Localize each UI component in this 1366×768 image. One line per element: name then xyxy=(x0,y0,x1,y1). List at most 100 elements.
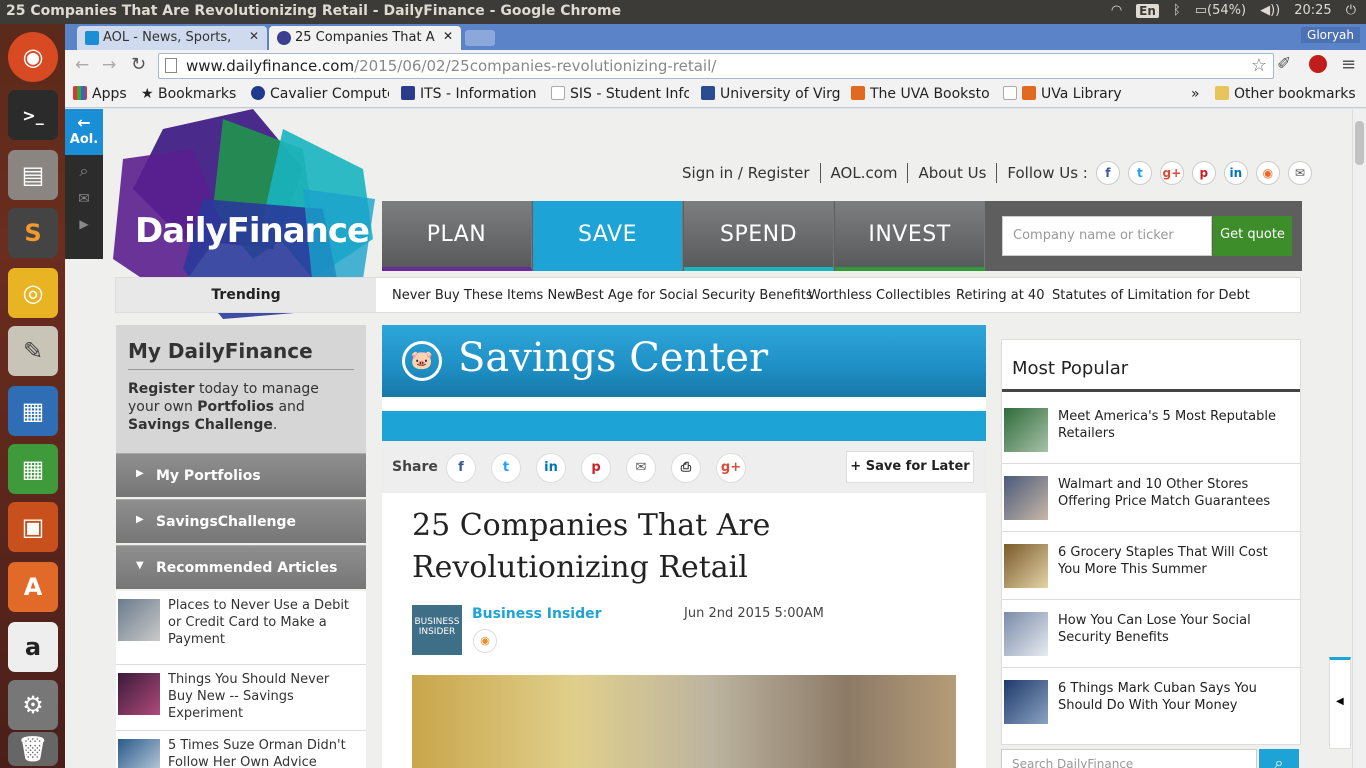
video-icon[interactable]: ▶ xyxy=(65,207,103,231)
extension-badge-icon[interactable] xyxy=(1309,55,1327,73)
ubuntu-dash-icon[interactable]: ◉ xyxy=(8,32,58,82)
popular-article[interactable]: How You Can Lose Your Social Security Be… xyxy=(1002,602,1300,668)
trash-icon[interactable]: 🗑 xyxy=(8,732,58,766)
keyboard-layout-indicator[interactable]: En xyxy=(1136,3,1159,18)
terminal-icon[interactable]: >_ xyxy=(8,90,58,140)
popular-article[interactable]: Walmart and 10 Other Stores Offering Pri… xyxy=(1002,466,1300,532)
menu-savings-challenge[interactable]: ▶ SavingsChallenge xyxy=(116,499,366,543)
mail-icon[interactable]: ✉ xyxy=(65,181,103,207)
file-manager-icon[interactable]: ▤ xyxy=(8,150,58,200)
nav-plan[interactable]: PLAN xyxy=(382,201,532,271)
trending-link[interactable]: Best Age for Social Security Benefits xyxy=(575,288,813,303)
share-linkedin-icon[interactable]: in xyxy=(536,453,566,483)
amazon-icon[interactable]: a xyxy=(8,622,58,672)
power-icon[interactable]: ⏻ xyxy=(1346,3,1356,18)
writer-icon[interactable]: ▦ xyxy=(8,386,58,436)
close-tab-icon[interactable]: ✕ xyxy=(249,29,259,43)
popular-article[interactable]: 6 Things Mark Cuban Says You Should Do W… xyxy=(1002,670,1300,736)
nav-save[interactable]: SAVE xyxy=(533,201,683,271)
print-icon[interactable]: ⎙ xyxy=(671,453,701,483)
twitter-icon[interactable]: t xyxy=(1127,161,1152,185)
page-icon xyxy=(165,58,177,73)
impress-icon[interactable]: ▣ xyxy=(8,502,58,552)
bookmark-item[interactable]: The UVA Booksto xyxy=(851,86,991,102)
signin-link[interactable]: Sign in / Register xyxy=(682,164,810,182)
share-googleplus-icon[interactable]: g+ xyxy=(716,453,746,483)
bookmark-item[interactable]: Cavalier Compute xyxy=(251,86,389,102)
chrome-icon[interactable]: ◎ xyxy=(8,268,58,318)
tab-dailyfinance[interactable]: 25 Companies That A ✕ xyxy=(269,26,461,50)
rss-icon[interactable]: ◉ xyxy=(1255,161,1280,185)
share-facebook-icon[interactable]: f xyxy=(446,453,476,483)
share-twitter-icon[interactable]: t xyxy=(491,453,521,483)
back-icon[interactable]: ← xyxy=(75,55,89,75)
menu-my-portfolios[interactable]: ▶ My Portfolios xyxy=(116,453,366,497)
bookmarks-folder[interactable]: ★ Bookmarks xyxy=(141,86,236,102)
recommended-article[interactable]: Places to Never Use a Debit or Credit Ca… xyxy=(116,591,366,665)
bookmark-item[interactable]: ITS - Information xyxy=(401,86,539,102)
web-page: ← Aol. ⌕ ✉ ▶ DailyFinance Sign in / Regis… xyxy=(65,109,1352,768)
register-link[interactable]: Register xyxy=(128,381,195,397)
source-name[interactable]: Business Insider xyxy=(472,606,602,622)
star-icon[interactable]: ☆ xyxy=(1251,55,1267,76)
source-rss-icon[interactable]: ◉ xyxy=(473,629,497,653)
aol-home-link[interactable]: ← Aol. xyxy=(65,109,103,155)
nav-invest[interactable]: INVEST xyxy=(835,201,985,271)
trending-link[interactable]: Retiring at 40 xyxy=(956,288,1044,303)
trending-link[interactable]: Worthless Collectibles xyxy=(808,288,951,303)
tab-aol[interactable]: AOL - News, Sports, ✕ xyxy=(77,26,267,50)
bluetooth-icon[interactable]: ᛒ xyxy=(1173,3,1181,18)
scrollbar-thumb[interactable] xyxy=(1355,121,1364,165)
recommended-article[interactable]: Things You Should Never Buy New -- Savin… xyxy=(116,665,366,731)
linkedin-icon[interactable]: in xyxy=(1223,161,1248,185)
facebook-icon[interactable]: f xyxy=(1095,161,1120,185)
new-tab-button[interactable] xyxy=(465,30,495,46)
vertical-scrollbar[interactable] xyxy=(1352,109,1366,768)
other-bookmarks[interactable]: Other bookmarks xyxy=(1215,86,1356,102)
bookmarks-overflow-chevron[interactable]: » xyxy=(1191,86,1200,102)
site-search-button[interactable]: ⌕ xyxy=(1259,749,1299,768)
trending-link[interactable]: Never Buy These Items New xyxy=(392,288,576,303)
aol-link[interactable]: AOL.com xyxy=(831,164,898,182)
forward-icon[interactable]: → xyxy=(102,55,116,75)
extension-tools-icon[interactable]: ✐ xyxy=(1277,54,1291,74)
menu-recommended-articles[interactable]: ▼ Recommended Articles xyxy=(116,545,366,589)
address-bar[interactable]: www.dailyfinance.com/2015/06/02/25compan… xyxy=(158,53,1274,79)
settings-icon[interactable]: ⚙ xyxy=(8,680,58,730)
popular-article[interactable]: Meet America's 5 Most Reputable Retailer… xyxy=(1002,398,1300,464)
trending-link[interactable]: Statutes of Limitation for Debt xyxy=(1052,288,1250,303)
bookmark-item[interactable]: SIS - Student Info xyxy=(551,86,689,102)
bookmark-item[interactable]: UVa Library xyxy=(1003,86,1122,102)
side-feedback-tab[interactable]: ◀ xyxy=(1329,657,1351,749)
search-icon[interactable]: ⌕ xyxy=(65,155,103,181)
googleplus-icon[interactable]: g+ xyxy=(1159,161,1184,185)
get-quote-button[interactable]: Get quote xyxy=(1213,216,1292,256)
source-logo[interactable]: BUSINESS INSIDER xyxy=(412,605,462,655)
bookmark-label: The UVA Booksto xyxy=(870,86,990,102)
profile-name[interactable]: Gloryah xyxy=(1301,27,1360,43)
text-editor-icon[interactable]: ✎ xyxy=(8,326,58,376)
close-tab-icon[interactable]: ✕ xyxy=(443,29,453,43)
email-icon[interactable]: ✉ xyxy=(1287,161,1312,185)
menu-icon[interactable]: ≡ xyxy=(1341,54,1356,75)
software-center-icon[interactable]: A xyxy=(8,562,58,612)
save-for-later-button[interactable]: + Save for Later xyxy=(846,451,974,483)
battery-indicator[interactable]: ▭(54%) xyxy=(1195,3,1246,18)
share-email-icon[interactable]: ✉ xyxy=(626,453,656,483)
sublime-text-icon[interactable]: S xyxy=(8,208,58,258)
recommended-article[interactable]: 5 Times Suze Orman Didn't Follow Her Own… xyxy=(116,731,366,768)
volume-icon[interactable]: ◀)) xyxy=(1260,3,1280,18)
ticker-search-input[interactable]: Company name or ticker xyxy=(1002,216,1212,256)
nav-spend[interactable]: SPEND xyxy=(684,201,834,271)
clock[interactable]: 20:25 xyxy=(1294,3,1331,18)
share-pinterest-icon[interactable]: p xyxy=(581,453,611,483)
bookmark-item[interactable]: University of Virg xyxy=(701,86,841,102)
calc-icon[interactable]: ▦ xyxy=(8,444,58,494)
reload-icon[interactable]: ↻ xyxy=(131,54,146,75)
about-link[interactable]: About Us xyxy=(918,164,986,182)
pinterest-icon[interactable]: p xyxy=(1191,161,1216,185)
wifi-icon[interactable]: ◠ xyxy=(1111,3,1122,18)
site-search-input[interactable]: Search DailyFinance xyxy=(1001,749,1257,768)
apps-bookmark[interactable]: Apps xyxy=(73,86,127,102)
popular-article[interactable]: 6 Grocery Staples That Will Cost You Mor… xyxy=(1002,534,1300,600)
